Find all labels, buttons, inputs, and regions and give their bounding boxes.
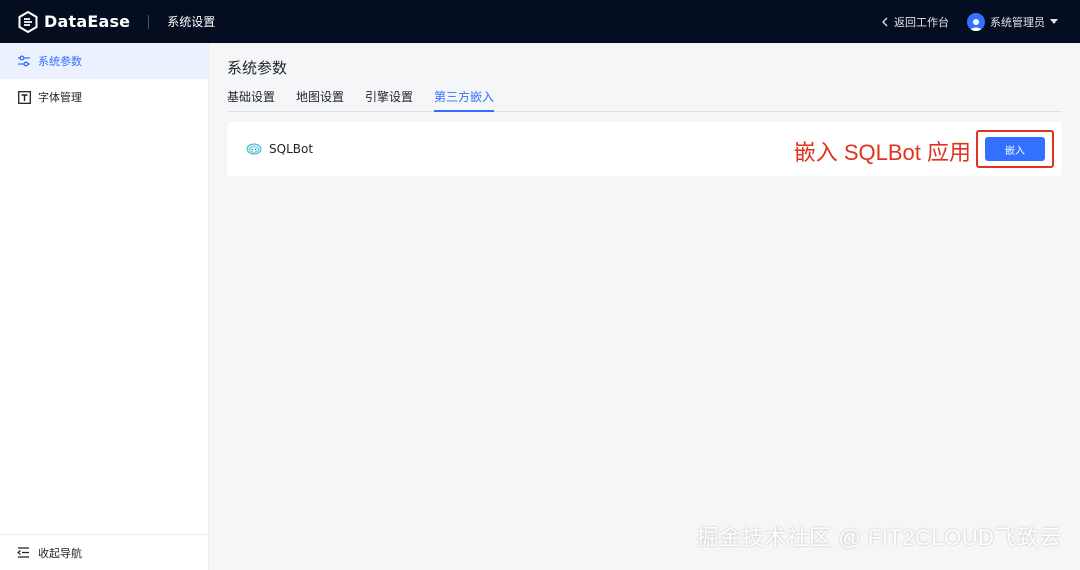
header-divider	[148, 14, 150, 29]
back-link-label: 返回工作台	[894, 15, 949, 29]
avatar	[967, 12, 985, 31]
chevron-left-icon	[882, 17, 888, 26]
collapse-nav-button[interactable]: 收起导航	[0, 534, 208, 570]
watermark: 掘金技术社区 @ FIT2CLOUD飞致云	[696, 525, 1062, 550]
sidebar: 系统参数 字体管理 收起导航	[0, 43, 209, 570]
sqlbot-icon	[246, 143, 262, 155]
sqlbot-integration-card: SQLBot 嵌入 SQLBot 应用 嵌入	[227, 122, 1062, 176]
brand-name: DataEase	[44, 12, 131, 31]
user-name: 系统管理员	[990, 15, 1045, 29]
page-title: 系统参数	[227, 59, 288, 77]
user-icon	[970, 18, 982, 31]
font-icon	[17, 90, 31, 104]
top-bar: DataEase 系统设置 返回工作台 系统管理员	[0, 0, 1080, 43]
sidebar-item-font-management[interactable]: 字体管理	[0, 79, 208, 115]
collapse-nav-label: 收起导航	[38, 546, 82, 560]
tab-bar: 基础设置 地图设置 引擎设置 第三方嵌入	[227, 88, 1062, 112]
caret-down-icon	[1050, 19, 1058, 24]
section-title: 系统设置	[167, 15, 216, 29]
tab-basic-settings[interactable]: 基础设置	[227, 88, 275, 111]
sidebar-item-label: 字体管理	[38, 91, 82, 104]
tab-engine-settings[interactable]: 引擎设置	[365, 88, 413, 111]
tab-map-settings[interactable]: 地图设置	[296, 88, 344, 111]
collapse-menu-icon	[17, 547, 29, 558]
tab-third-party-embed[interactable]: 第三方嵌入	[434, 88, 495, 112]
main-content: 系统参数 基础设置 地图设置 引擎设置 第三方嵌入 SQLBot 嵌入 SQLB…	[227, 43, 1062, 176]
user-menu[interactable]: 系统管理员	[967, 12, 1058, 31]
sidebar-item-system-params[interactable]: 系统参数	[0, 43, 208, 79]
back-to-workbench-link[interactable]: 返回工作台	[882, 14, 949, 30]
sidebar-item-label: 系统参数	[38, 55, 82, 68]
embed-button[interactable]: 嵌入	[985, 137, 1045, 161]
annotation-highlight-box: 嵌入	[976, 130, 1054, 168]
logo[interactable]: DataEase	[18, 10, 131, 33]
sliders-icon	[17, 54, 31, 68]
annotation-text: 嵌入 SQLBot 应用	[793, 140, 971, 165]
integration-name: SQLBot	[269, 142, 314, 156]
dataease-logo-icon	[18, 10, 38, 33]
